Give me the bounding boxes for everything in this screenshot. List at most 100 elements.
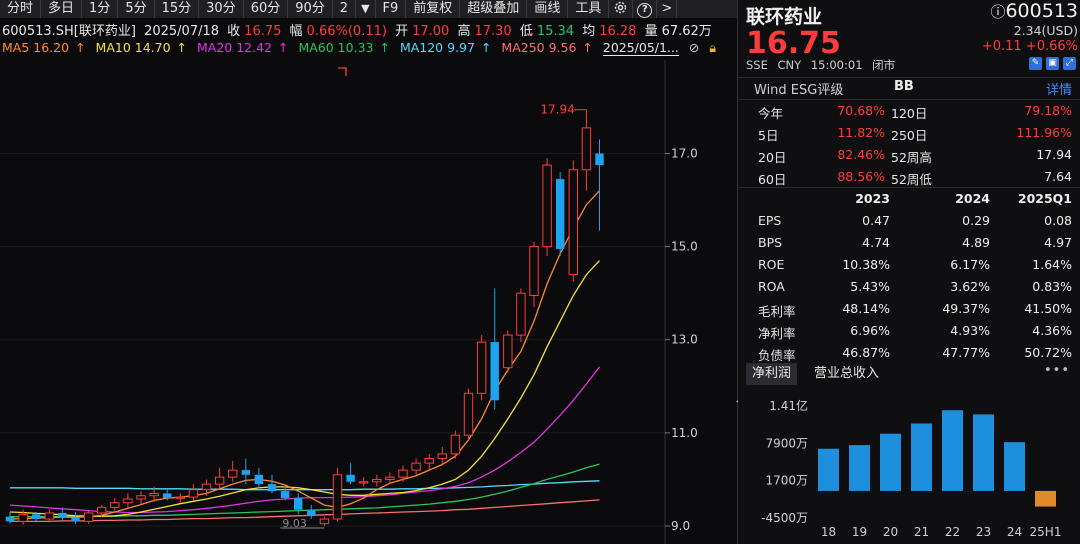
settings-gear-icon[interactable]: [609, 0, 634, 18]
avg-label: 均: [582, 24, 596, 37]
overlay-button[interactable]: 超级叠加: [460, 0, 528, 18]
fin-value: 4.93%: [950, 323, 990, 338]
fin-header-row: 2023 2024 2025Q1: [738, 188, 1080, 210]
fin-value: 4.36%: [1032, 323, 1072, 338]
candle-body: [228, 469, 238, 478]
ma10-arrow-icon: ↑: [176, 40, 188, 55]
amp-value: 0.66%(0.11): [306, 24, 387, 37]
tab-more-period[interactable]: 2: [333, 0, 357, 18]
bar: [973, 414, 994, 491]
fin-row: 毛利率 48.14% 49.37% 41.50%: [738, 298, 1080, 320]
amp-label: 幅: [289, 24, 303, 37]
esg-detail-link[interactable]: 详情: [1046, 79, 1072, 98]
draw-line-button[interactable]: 画线: [527, 0, 569, 18]
open-value: 17.00: [412, 24, 450, 37]
bar: [849, 445, 870, 491]
return-period-label: 250日: [891, 128, 928, 143]
candle-body: [294, 498, 303, 510]
fin-value: 4.97: [1044, 235, 1072, 250]
return-value: 88.56%: [837, 169, 885, 184]
vol-value: 67.62万: [661, 24, 712, 37]
quote-time: 15:00:01: [810, 58, 863, 72]
adjust-button[interactable]: 前复权: [406, 0, 461, 18]
fin-metric-label: ROA: [758, 279, 785, 294]
candle-body: [476, 341, 487, 394]
lock-icon[interactable]: 🔒︎: [709, 40, 716, 55]
returns-table: 今年 70.68% 120日 79.18% 5日 11.82% 250日 111.96% 20日…: [738, 100, 1080, 188]
fin-value: 49.37%: [942, 301, 990, 316]
bar-x-tick-label: 25H1: [1030, 525, 1062, 539]
return-value: 70.68%: [837, 103, 885, 118]
candle-body: [136, 495, 146, 500]
return-value: 82.46%: [837, 147, 885, 162]
y-tick-label: 15.0: [671, 240, 698, 254]
bar-x-tick-label: 18: [821, 525, 836, 539]
candle-body: [44, 512, 54, 520]
tools-button[interactable]: 工具: [568, 0, 610, 18]
tab-total-revenue[interactable]: 营业总收入: [808, 363, 885, 385]
fin-value: 3.62%: [950, 279, 990, 294]
expand-icon[interactable]: ⤢: [1063, 57, 1076, 70]
more-options-icon[interactable]: •••: [1044, 363, 1070, 378]
ma20-arrow-icon: ↑: [278, 40, 289, 55]
esg-label: Wind ESG评级: [754, 83, 844, 98]
return-value: 17.94: [1036, 147, 1072, 162]
returns-row: 今年 70.68% 120日 79.18%: [738, 100, 1080, 122]
ma120-arrow-icon: ↑: [480, 40, 492, 55]
market-status: 闭市: [872, 58, 896, 72]
open-label: 开: [395, 24, 409, 37]
fin-row: BPS 4.74 4.89 4.97: [738, 232, 1080, 254]
tab-30min[interactable]: 30分: [199, 0, 244, 18]
help-icon[interactable]: ?: [633, 0, 658, 18]
tab-60min[interactable]: 60分: [244, 0, 289, 18]
tab-intraday[interactable]: 分时: [0, 0, 42, 18]
f9-button[interactable]: F9: [376, 0, 407, 18]
ma-start-date[interactable]: 2025/05/1...: [602, 40, 679, 56]
return-period-label: 5日: [758, 128, 779, 143]
fin-value: 48.14%: [842, 301, 890, 316]
lock-icon[interactable]: ▣: [1046, 57, 1059, 70]
y-tick-label: 9.0: [671, 519, 690, 533]
candlestick-chart[interactable]: 17.0 15.0 13.0 11.0 9.0 17.94 9.03: [0, 60, 737, 544]
stock-code: ⓘ600513: [990, 0, 1078, 22]
fin-metric-label: EPS: [758, 213, 782, 228]
fin-value: 0.47: [862, 213, 890, 228]
info-icon[interactable]: ⓘ: [990, 3, 1005, 21]
candle-body: [372, 478, 382, 483]
candle-body: [58, 512, 67, 518]
min-price-label: 9.03: [282, 517, 307, 530]
ma60-value: MA60 10.33: [298, 40, 374, 55]
ma60-arrow-icon: ↑: [379, 40, 390, 55]
candle-body: [398, 469, 408, 478]
fin-value: 10.38%: [842, 257, 890, 272]
candle-body: [97, 506, 107, 514]
tab-90min[interactable]: 90分: [288, 0, 333, 18]
edit-icon[interactable]: ✎: [1029, 57, 1042, 70]
candle-body: [123, 498, 133, 504]
esg-row: Wind ESG评级 BB 详情: [746, 79, 1080, 98]
candle-body: [556, 179, 565, 249]
fin-value: 1.64%: [1032, 257, 1072, 272]
low-label: 低: [519, 24, 533, 37]
stock-name: 联环药业: [746, 6, 823, 28]
tab-1min[interactable]: 1分: [82, 0, 119, 18]
candle-body: [385, 476, 395, 480]
bar-x-tick-label: 23: [976, 525, 991, 539]
bar-y-tick-label: 7900万: [765, 436, 808, 450]
next-arrow-icon[interactable]: >: [657, 0, 678, 18]
candle-body: [32, 514, 41, 520]
candle-body: [241, 470, 250, 475]
returns-row: 20日 82.46% 52周高 17.94: [738, 144, 1080, 166]
tab-net-profit[interactable]: 净利润: [746, 363, 798, 385]
candle-body: [529, 246, 539, 297]
return-value: 111.96%: [1016, 125, 1072, 140]
tab-multi-day[interactable]: 多日: [41, 0, 83, 18]
fin-row: 负债率 46.87% 47.77% 50.72%: [738, 342, 1080, 364]
eye-off-icon[interactable]: ⊘: [689, 40, 699, 55]
tab-15min[interactable]: 15分: [155, 0, 200, 18]
period-dropdown-icon[interactable]: ▼: [356, 0, 376, 18]
ma250-arrow-icon: ↑: [582, 40, 593, 55]
fin-metric-label: 负债率: [758, 348, 796, 363]
candle-body: [437, 453, 448, 459]
tab-5min[interactable]: 5分: [118, 0, 155, 18]
